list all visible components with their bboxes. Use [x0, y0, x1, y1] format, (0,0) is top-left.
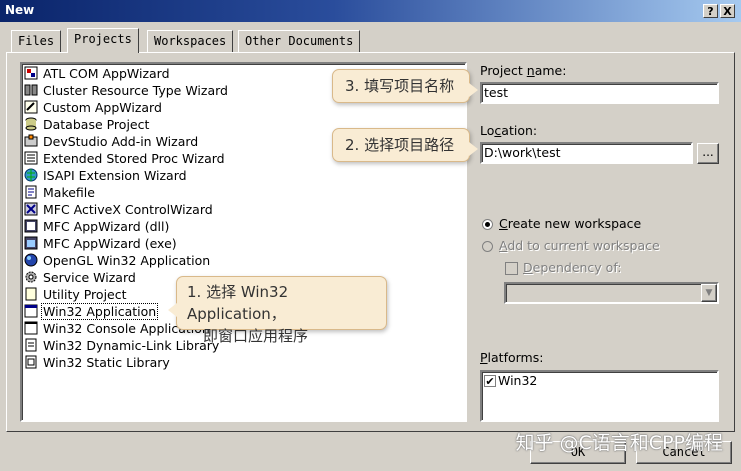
custom-wizard-icon: [24, 100, 38, 114]
location-input[interactable]: D:\work\test: [480, 142, 693, 164]
list-item[interactable]: MFC AppWizard (exe): [24, 235, 179, 252]
callout-step-1-line1: 1. 选择 Win32 Application，: [187, 283, 289, 323]
tab-other-documents[interactable]: Other Documents: [238, 30, 361, 52]
title-bar: [0, 0, 741, 22]
chevron-down-icon[interactable]: ▼: [701, 284, 717, 302]
tab-files[interactable]: Files: [11, 30, 62, 52]
mfc-exe-icon: [24, 236, 38, 250]
list-item[interactable]: MFC ActiveX ControlWizard: [24, 201, 215, 218]
create-workspace-label[interactable]: Create new workspace: [499, 216, 641, 231]
project-name-input[interactable]: test: [480, 82, 719, 104]
callout-step-1-line2: 即窗口应用程序: [203, 327, 309, 345]
list-item[interactable]: Makefile: [24, 184, 97, 201]
utility-icon: [24, 287, 38, 301]
project-name-label: Project name:: [480, 63, 567, 78]
platform-checkbox-win32[interactable]: ✔: [484, 375, 496, 387]
list-item[interactable]: Utility Project: [24, 286, 129, 303]
tab-workspaces[interactable]: Workspaces: [147, 30, 234, 52]
list-item[interactable]: Cluster Resource Type Wizard: [24, 82, 230, 99]
platforms-list[interactable]: ✔ Win32: [480, 370, 719, 422]
add-workspace-radio[interactable]: [482, 241, 493, 252]
activex-icon: [24, 202, 38, 216]
list-item-selected[interactable]: Win32 Application: [24, 303, 159, 320]
cluster-icon: [24, 83, 38, 97]
database-icon: [24, 117, 38, 131]
isapi-globe-icon: [24, 168, 38, 182]
add-workspace-label[interactable]: Add to current workspace: [499, 238, 660, 253]
create-workspace-radio[interactable]: [482, 219, 493, 230]
help-button[interactable]: ?: [703, 4, 718, 18]
makefile-icon: [24, 185, 38, 199]
project-type-list[interactable]: ATL COM AppWizard Cluster Resource Type …: [20, 62, 467, 422]
opengl-icon: [24, 253, 38, 267]
list-item[interactable]: OpenGL Win32 Application: [24, 252, 212, 269]
platform-label-win32: Win32: [498, 373, 538, 388]
watermark: 知乎 @C语言和CPP编程: [515, 432, 724, 454]
dependency-label[interactable]: Dependency of:: [523, 260, 621, 275]
list-item[interactable]: MFC AppWizard (dll): [24, 218, 171, 235]
list-item[interactable]: ATL COM AppWizard: [24, 65, 172, 82]
callout-step-2: 2. 选择项目路径: [332, 128, 478, 162]
list-item[interactable]: Service Wizard: [24, 269, 138, 286]
stored-proc-icon: [24, 151, 38, 165]
list-item[interactable]: Extended Stored Proc Wizard: [24, 150, 227, 167]
mfc-dll-icon: [24, 219, 38, 233]
list-item[interactable]: ISAPI Extension Wizard: [24, 167, 189, 184]
service-gear-icon: [24, 270, 38, 284]
callout-step-3: 3. 填写项目名称: [332, 69, 478, 103]
window-title: New: [5, 3, 35, 17]
close-button[interactable]: X: [720, 4, 735, 18]
platforms-label: Platforms:: [480, 350, 544, 365]
addin-icon: [24, 134, 38, 148]
console-icon: [24, 321, 38, 335]
location-label: Location:: [480, 123, 538, 138]
dll-icon: [24, 338, 38, 352]
list-item[interactable]: DevStudio Add-in Wizard: [24, 133, 200, 150]
static-lib-icon: [24, 355, 38, 369]
list-item[interactable]: Custom AppWizard: [24, 99, 164, 116]
browse-button[interactable]: ...: [697, 143, 719, 164]
dependency-dropdown[interactable]: ▼: [504, 282, 719, 304]
list-item[interactable]: Database Project: [24, 116, 151, 133]
callout-step-1: 1. 选择 Win32 Application， 即窗口应用程序: [168, 276, 387, 345]
win32-app-icon: [24, 304, 38, 318]
tab-projects[interactable]: Projects: [67, 28, 139, 53]
atl-wizard-icon: [24, 66, 38, 80]
dependency-checkbox[interactable]: [505, 262, 518, 275]
list-item[interactable]: Win32 Static Library: [24, 354, 172, 371]
